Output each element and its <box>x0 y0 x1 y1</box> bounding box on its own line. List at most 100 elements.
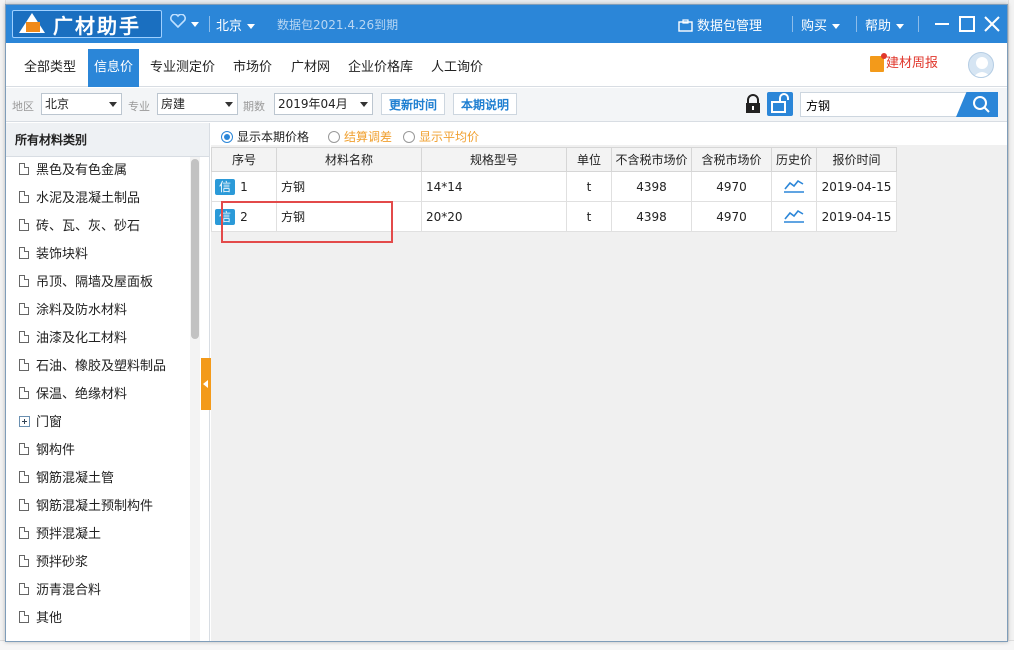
title-bar: 广材助手 北京 数据包2021.4.26到期 数据包管理 购买 帮助 <box>6 5 1007 43</box>
minimize-button[interactable] <box>931 13 953 35</box>
tab-info-price[interactable]: 信息价 <box>88 49 140 87</box>
cell-price-in-tax: 4970 <box>691 201 772 232</box>
major-select[interactable]: 房建 <box>157 93 238 115</box>
briefcase-icon <box>678 19 693 32</box>
scroll-thumb[interactable] <box>191 159 199 339</box>
radio-show-current[interactable]: 显示本期价格 <box>221 128 309 145</box>
document-icon <box>19 387 29 399</box>
city-selector[interactable]: 北京 <box>216 15 256 34</box>
trend-chart-icon[interactable] <box>783 207 805 223</box>
unlock-icon[interactable] <box>767 92 793 116</box>
col-index[interactable]: 序号 <box>211 147 277 172</box>
help-menu[interactable]: 帮助 <box>865 15 905 34</box>
period-explain-button[interactable]: 本期说明 <box>453 93 518 115</box>
sidebar-item[interactable]: 钢构件 <box>6 437 209 465</box>
sidebar-scrollbar[interactable] <box>190 157 200 641</box>
tab-manual-inquiry[interactable]: 人工询价 <box>425 49 489 87</box>
sidebar-item-label: 钢构件 <box>36 443 76 458</box>
region-select[interactable]: 北京 <box>41 93 122 115</box>
logo-icon <box>17 11 49 37</box>
sidebar-item-label: 其他 <box>36 611 63 626</box>
document-icon <box>19 163 29 175</box>
sidebar-item[interactable]: 涂料及防水材料 <box>6 297 209 325</box>
sidebar-item[interactable]: 钢筋混凝土预制构件 <box>6 493 209 521</box>
trend-chart-icon[interactable] <box>783 177 805 193</box>
region-label: 地区 <box>12 100 34 113</box>
info-price-badge: 信 <box>215 209 235 225</box>
sidebar-item[interactable]: 其他 <box>6 605 209 633</box>
radio-settle-adjust[interactable]: 结算调差 <box>328 128 392 145</box>
sidebar-item[interactable]: 钢筋混凝土管 <box>6 465 209 493</box>
expand-icon[interactable] <box>19 416 30 427</box>
radio-label: 显示本期价格 <box>237 130 310 144</box>
col-price-in-tax[interactable]: 含税市场价 <box>691 147 772 172</box>
period-value: 2019年04月 <box>278 97 348 111</box>
data-pkg-button[interactable]: 数据包管理 <box>678 15 762 34</box>
sidebar-item-label: 装饰块料 <box>36 247 89 262</box>
document-icon <box>19 219 29 231</box>
sidebar-item-label: 门窗 <box>36 415 63 430</box>
col-unit[interactable]: 单位 <box>566 147 612 172</box>
price-table: 序号 材料名称 规格型号 单位 不含税市场价 含税市场价 历史价 报价时间 信1… <box>211 147 897 232</box>
tab-professional-price[interactable]: 专业测定价 <box>144 49 221 87</box>
radio-label: 显示平均价 <box>419 130 480 144</box>
collapse-sidebar-button[interactable] <box>201 358 211 410</box>
buy-menu[interactable]: 购买 <box>801 15 841 34</box>
sidebar-item[interactable]: 吊顶、隔墙及屋面板 <box>6 269 209 297</box>
col-spec[interactable]: 规格型号 <box>421 147 567 172</box>
tab-all-types[interactable]: 全部类型 <box>18 49 82 87</box>
sidebar-item[interactable]: 保温、绝缘材料 <box>6 381 209 409</box>
radio-icon <box>328 131 340 143</box>
period-select[interactable]: 2019年04月 <box>274 93 373 115</box>
document-icon <box>19 499 29 511</box>
sidebar-item-label: 石油、橡胶及塑料制品 <box>36 359 167 374</box>
sidebar-item[interactable]: 门窗 <box>6 409 209 437</box>
cell-price-in-tax: 4970 <box>691 171 772 202</box>
sidebar-item[interactable]: 装饰块料 <box>6 241 209 269</box>
heart-icon[interactable] <box>170 13 199 32</box>
region-value: 北京 <box>45 97 70 111</box>
cell-spec: 20*20 <box>421 201 567 232</box>
tab-guangcai-net[interactable]: 广材网 <box>285 49 336 87</box>
document-icon <box>19 191 29 203</box>
sidebar-item-label: 吊顶、隔墙及屋面板 <box>36 275 154 290</box>
tab-bar: 全部类型 信息价 专业测定价 市场价 广材网 企业价格库 人工询价 建材周报 <box>6 43 1007 87</box>
book-icon <box>870 52 887 72</box>
sidebar-item[interactable]: 黑色及有色金属 <box>6 157 209 185</box>
weekly-report-link[interactable]: 建材周报 <box>870 52 938 75</box>
sidebar-item[interactable]: 预拌混凝土 <box>6 521 209 549</box>
col-material-name[interactable]: 材料名称 <box>276 147 422 172</box>
table-header-row: 序号 材料名称 规格型号 单位 不含税市场价 含税市场价 历史价 报价时间 <box>211 147 897 172</box>
sidebar-item[interactable]: 砖、瓦、灰、砂石 <box>6 213 209 241</box>
sidebar-item[interactable]: 沥青混合料 <box>6 577 209 605</box>
radio-show-average[interactable]: 显示平均价 <box>403 128 479 145</box>
lock-icon[interactable] <box>744 94 762 114</box>
cell-material-name: 方钢 <box>276 171 422 202</box>
search-button[interactable] <box>956 92 998 117</box>
sidebar-item[interactable]: 水泥及混凝土制品 <box>6 185 209 213</box>
sidebar-item-label: 钢筋混凝土预制构件 <box>36 499 154 514</box>
table-row[interactable]: 信 2 方钢 20*20 t 4398 4970 2019-04-15 <box>211 201 897 232</box>
sidebar-item[interactable]: 油漆及化工材料 <box>6 325 209 353</box>
cell-history <box>771 201 817 232</box>
sidebar-item[interactable]: 石油、橡胶及塑料制品 <box>6 353 209 381</box>
close-button[interactable] <box>981 13 1003 35</box>
sidebar-item-label: 涂料及防水材料 <box>36 303 128 318</box>
sidebar-item[interactable]: 预拌砂浆 <box>6 549 209 577</box>
tab-market-price[interactable]: 市场价 <box>227 49 278 87</box>
update-time-button[interactable]: 更新时间 <box>381 93 446 115</box>
sidebar-item-label: 预拌混凝土 <box>36 527 102 542</box>
col-history[interactable]: 历史价 <box>771 147 817 172</box>
col-quote-date[interactable]: 报价时间 <box>816 147 897 172</box>
tab-enterprise-price[interactable]: 企业价格库 <box>342 49 419 87</box>
sidebar-item-label: 沥青混合料 <box>36 583 102 598</box>
maximize-button[interactable] <box>956 13 978 35</box>
radio-icon <box>403 131 415 143</box>
sidebar-item-label: 油漆及化工材料 <box>36 331 128 346</box>
table-row[interactable]: 信 1 方钢 14*14 t 4398 4970 2019-04-15 <box>211 171 897 202</box>
period-label: 期数 <box>243 100 265 113</box>
col-price-ex-tax[interactable]: 不含税市场价 <box>611 147 692 172</box>
sidebar-item-label: 钢筋混凝土管 <box>36 471 115 486</box>
search-input[interactable] <box>806 96 956 114</box>
avatar[interactable] <box>968 52 994 78</box>
